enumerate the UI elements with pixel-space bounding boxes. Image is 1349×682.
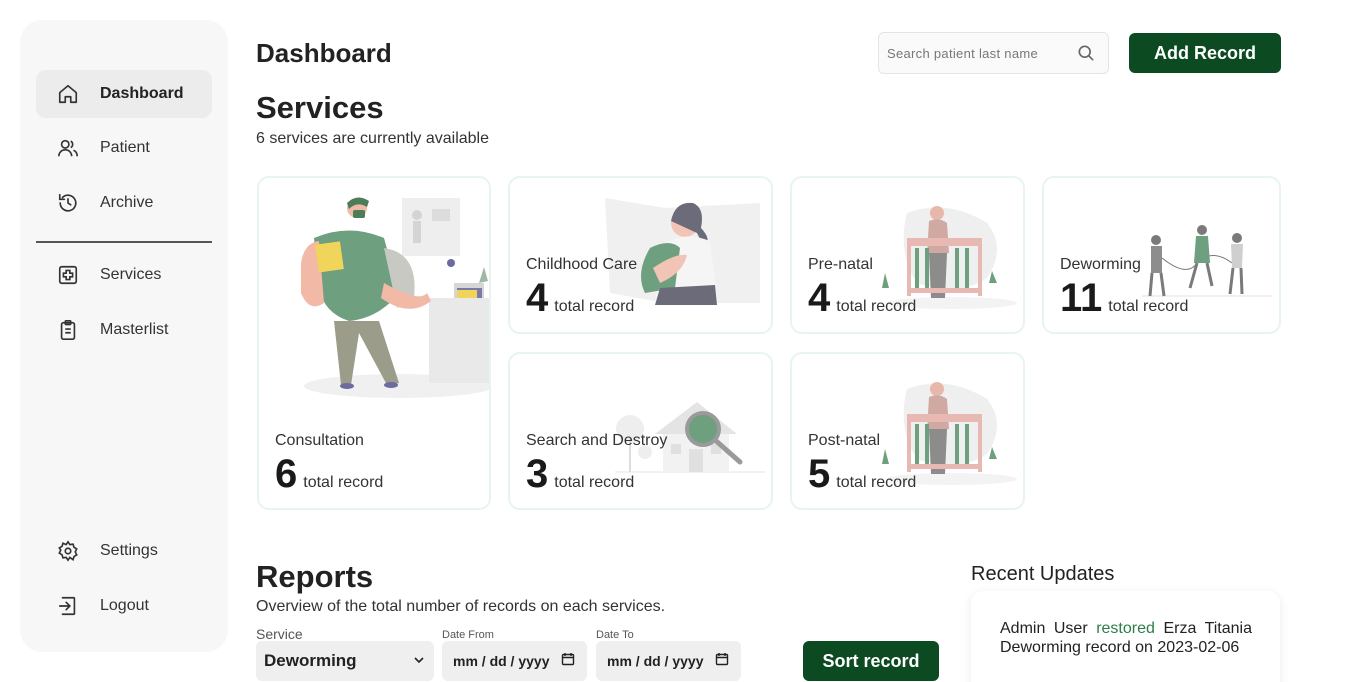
services-title: Services	[256, 90, 384, 125]
service-card-name: Search and Destroy	[526, 432, 668, 449]
service-card-name: Consultation	[275, 432, 364, 449]
service-card-number: 4	[808, 276, 831, 320]
service-card-count: 4 total record	[808, 278, 916, 318]
gear-icon	[56, 539, 80, 563]
search-input[interactable]	[887, 45, 1076, 61]
update-user: Admin User	[1000, 620, 1088, 637]
date-from-input[interactable]: mm / dd / yyyy	[442, 641, 587, 681]
sidebar-item-services[interactable]: Services	[36, 251, 212, 299]
sidebar-item-label: Logout	[100, 597, 149, 614]
service-filter-label: Service	[256, 626, 303, 642]
sort-record-button[interactable]: Sort record	[803, 641, 939, 681]
sidebar-item-archive[interactable]: Archive	[36, 179, 212, 227]
doctor-illustration	[301, 197, 489, 398]
recent-updates-title: Recent Updates	[971, 563, 1115, 585]
service-card-unit: total record	[836, 474, 917, 491]
sidebar-item-settings[interactable]: Settings	[36, 527, 212, 575]
sidebar-item-label: Archive	[100, 194, 154, 211]
service-card-number: 4	[526, 276, 549, 320]
sidebar-item-label: Patient	[100, 139, 150, 156]
sidebar-item-label: Masterlist	[100, 321, 169, 338]
date-to-input[interactable]: mm / dd / yyyy	[596, 641, 741, 681]
service-card-post-natal[interactable]: Post-natal 5 total record	[790, 352, 1025, 510]
sidebar-divider	[36, 241, 212, 243]
service-card-name: Childhood Care	[526, 256, 638, 273]
service-card-number: 6	[275, 452, 298, 496]
users-icon	[56, 136, 80, 160]
service-card-count: 4 total record	[526, 278, 634, 318]
service-select-value: Deworming	[264, 651, 357, 670]
service-card-search-and-destroy[interactable]: Search and Destroy 3 total record	[508, 352, 773, 510]
sidebar: Dashboard Patient Archive Services Maste…	[20, 20, 228, 652]
sidebar-item-label: Dashboard	[100, 85, 184, 102]
add-record-button[interactable]: Add Record	[1129, 33, 1281, 73]
sidebar-item-patient[interactable]: Patient	[36, 124, 212, 172]
service-card-number: 3	[526, 452, 549, 496]
service-card-number: 11	[1060, 276, 1103, 320]
search-box	[878, 32, 1109, 74]
service-card-deworming[interactable]: Deworming 11 total record	[1042, 176, 1281, 334]
calendar-icon[interactable]	[561, 652, 575, 671]
history-icon	[56, 191, 80, 215]
reports-subtitle: Overview of the total number of records …	[256, 598, 666, 615]
service-card-unit: total record	[303, 474, 384, 491]
service-card-number: 5	[808, 452, 831, 496]
home-icon	[56, 82, 80, 106]
service-card-childhood-care[interactable]: Childhood Care 4 total record	[508, 176, 773, 334]
date-to-value: mm / dd / yyyy	[607, 653, 704, 669]
recent-update-card: Admin User restored Erza Titania Dewormi…	[971, 591, 1280, 682]
recent-update-entry: Admin User restored Erza Titania Dewormi…	[1000, 619, 1252, 657]
service-card-name: Pre-natal	[808, 256, 873, 273]
service-card-name: Post-natal	[808, 432, 881, 449]
medical-plus-icon	[56, 263, 80, 287]
service-card-count: 6 total record	[275, 454, 383, 494]
services-subtitle: 6 services are currently available	[256, 130, 489, 147]
logout-icon	[56, 594, 80, 618]
sidebar-item-label: Settings	[100, 542, 158, 559]
service-card-pre-natal[interactable]: Pre-natal 4 total record	[790, 176, 1025, 334]
clipboard-icon	[56, 318, 80, 342]
service-card-unit: total record	[836, 298, 917, 315]
search-icon[interactable]	[1076, 43, 1096, 63]
service-card-count: 5 total record	[808, 454, 916, 494]
update-action: restored	[1096, 620, 1155, 637]
page-title: Dashboard	[256, 38, 392, 68]
service-card-unit: total record	[554, 298, 635, 315]
sidebar-item-label: Services	[100, 266, 162, 283]
date-from-value: mm / dd / yyyy	[453, 653, 550, 669]
service-card-unit: total record	[554, 474, 635, 491]
service-card-consultation[interactable]: Consultation 6 total record	[257, 176, 491, 510]
service-card-name: Deworming	[1060, 256, 1141, 273]
calendar-icon[interactable]	[715, 652, 729, 671]
service-select[interactable]: Deworming	[256, 641, 434, 681]
date-from-label: Date From	[442, 629, 494, 641]
date-to-label: Date To	[596, 629, 634, 641]
reports-title: Reports	[256, 559, 374, 594]
service-card-count: 11 total record	[1060, 278, 1188, 318]
sidebar-item-masterlist[interactable]: Masterlist	[36, 306, 212, 354]
sidebar-item-dashboard[interactable]: Dashboard	[36, 70, 212, 118]
chevron-down-icon	[414, 652, 424, 670]
service-card-unit: total record	[1108, 298, 1189, 315]
service-card-count: 3 total record	[526, 454, 634, 494]
sidebar-item-logout[interactable]: Logout	[36, 582, 212, 630]
